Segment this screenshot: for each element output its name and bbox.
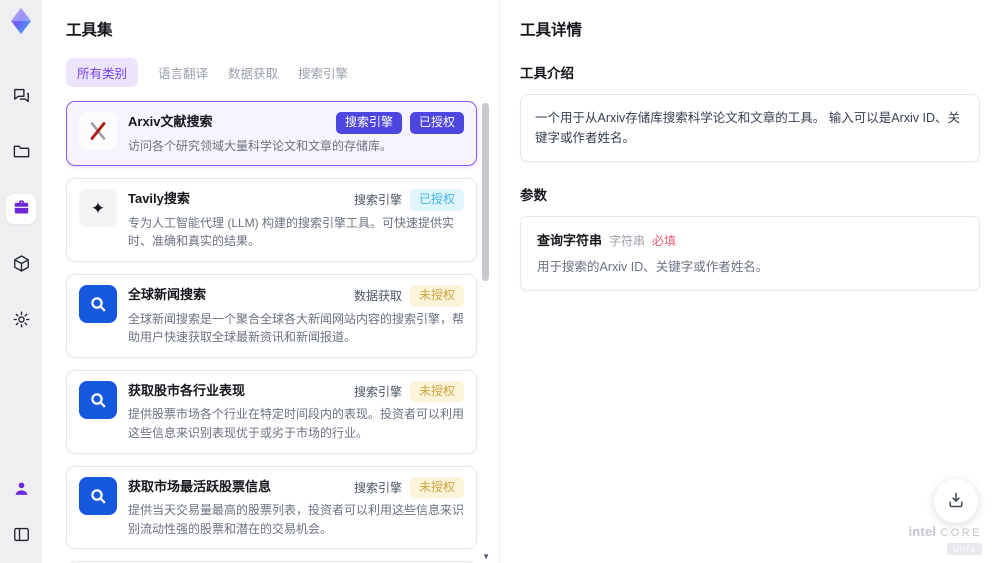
folder-icon	[12, 142, 31, 164]
tool-name: Arxiv文献搜索	[128, 114, 213, 129]
detail-title: 工具详情	[520, 22, 583, 39]
category-label: 数据获取	[353, 288, 402, 303]
tool-intro-box: 一个用于从Arxiv存储库搜索科学论文和文章的工具。 输入可以是Arxiv ID…	[520, 94, 980, 162]
ultra-wordmark: Ultra	[947, 543, 982, 555]
status-badge: 已授权	[409, 112, 464, 134]
sidebar-item-panel-toggle[interactable]	[6, 521, 36, 551]
tab-language-translation[interactable]: 语言翻译	[158, 58, 208, 87]
tool-name: 全球新闻搜索	[128, 286, 207, 302]
stock-search-icon	[79, 380, 117, 419]
tool-card-global-news[interactable]: 全球新闻搜索 数据获取 未授权 全球新闻搜索是一个聚合全球各大新闻网站内容的搜索…	[66, 273, 477, 358]
tool-description: 访问各个研究领域大量科学论文和文章的存储库。	[128, 138, 393, 153]
intel-core-logo: intel CORE Ultra	[908, 524, 982, 557]
sidebar	[0, 0, 42, 563]
download-icon	[946, 490, 966, 513]
arxiv-x-icon	[79, 112, 117, 150]
tool-name: Tavily搜索	[128, 191, 190, 207]
tool-card-active-stocks[interactable]: 获取市场最活跃股票信息 搜索引擎 未授权 提供当天交易量最高的股票列表，投资者可…	[66, 465, 477, 550]
intel-wordmark: intel	[908, 524, 937, 539]
tool-card-tavily[interactable]: ✦ Tavily搜索 搜索引擎 已授权 专为人工智能代理 (LLM) 构建的搜索…	[66, 178, 477, 262]
sidebar-item-chat[interactable]	[6, 82, 36, 112]
app-window: 工具集 所有类别 语言翻译 数据获取 搜索引擎 Arxiv文献搜索 搜索引擎 已…	[0, 0, 1000, 563]
tool-name: 获取股市各行业表现	[128, 382, 246, 398]
stock-search-icon	[79, 476, 117, 515]
parameter-required-flag: 必填	[652, 234, 677, 248]
tool-detail-panel: 工具详情 工具介绍 一个用于从Arxiv存储库搜索科学论文和文章的工具。 输入可…	[500, 0, 1000, 563]
gear-icon	[12, 310, 31, 332]
sidebar-nav	[6, 82, 36, 336]
sidebar-bottom	[6, 475, 36, 551]
tools-list-panel: 工具集 所有类别 语言翻译 数据获取 搜索引擎 Arxiv文献搜索 搜索引擎 已…	[42, 0, 500, 563]
tool-description: 专为人工智能代理 (LLM) 构建的搜索引擎工具。可快速提供实时、准确和真实的结…	[128, 215, 455, 249]
parameter-description: 用于搜索的Arxiv ID、关键字或作者姓名。	[537, 260, 769, 274]
sidebar-item-files[interactable]	[6, 138, 36, 168]
parameter-type: 字符串	[609, 234, 646, 248]
app-logo[interactable]	[4, 6, 38, 40]
sidebar-item-toolbox[interactable]	[6, 194, 36, 224]
core-wordmark: CORE	[940, 527, 982, 539]
category-label: 搜索引擎	[353, 384, 402, 399]
params-heading: 参数	[520, 188, 547, 203]
sidebar-item-packages[interactable]	[6, 250, 36, 280]
tab-search-engine[interactable]: 搜索引擎	[298, 58, 348, 87]
status-badge: 未授权	[409, 284, 464, 307]
chat-icon	[12, 86, 31, 108]
list-scrollbar[interactable]	[482, 103, 489, 549]
tool-card-arxiv[interactable]: Arxiv文献搜索 搜索引擎 已授权 访问各个研究领域大量科学论文和文章的存储库…	[66, 101, 477, 167]
panel-toggle-icon	[12, 525, 31, 547]
tool-description: 提供股票市场各个行业在特定时间段内的表现。投资者可以利用这些信息来识别表现优于或…	[128, 407, 465, 440]
tool-name: 获取市场最活跃股票信息	[128, 478, 272, 494]
tools-list: Arxiv文献搜索 搜索引擎 已授权 访问各个研究领域大量科学论文和文章的存储库…	[66, 101, 489, 563]
sidebar-item-account[interactable]	[6, 475, 36, 505]
sidebar-item-settings[interactable]	[6, 306, 36, 336]
tool-card-sector-performance[interactable]: 获取股市各行业表现 搜索引擎 未授权 提供股票市场各个行业在特定时间段内的表现。…	[66, 369, 477, 454]
tool-description: 全球新闻搜索是一个聚合全球各大新闻网站内容的搜索引擎，帮助用户快速获取全球最新资…	[128, 311, 465, 345]
tool-description: 提供当天交易量最高的股票列表，投资者可以利用这些信息来识别流动性强的股票和潜在的…	[128, 503, 465, 536]
news-search-icon	[79, 284, 117, 323]
parameter-card: 查询字符串 字符串 必填 用于搜索的Arxiv ID、关键字或作者姓名。	[520, 216, 980, 291]
intro-heading: 工具介绍	[520, 66, 574, 81]
cube-icon	[12, 254, 31, 276]
tab-data-acquisition[interactable]: 数据获取	[228, 58, 278, 87]
status-badge: 未授权	[409, 476, 464, 499]
diamond-logo-icon	[6, 6, 36, 41]
category-badge: 搜索引擎	[335, 112, 402, 134]
page-title: 工具集	[66, 22, 113, 39]
parameter-name: 查询字符串	[537, 233, 603, 248]
category-tabs: 所有类别 语言翻译 数据获取 搜索引擎	[66, 58, 489, 87]
download-button[interactable]	[934, 479, 978, 523]
user-icon	[12, 479, 31, 501]
category-label: 搜索引擎	[353, 193, 402, 208]
scrollbar-down-arrow[interactable]: ▼	[482, 553, 489, 561]
tab-all-categories[interactable]: 所有类别	[66, 58, 139, 87]
sparkle-icon: ✦	[79, 189, 117, 228]
status-badge: 未授权	[409, 380, 464, 403]
scrollbar-thumb[interactable]	[482, 103, 489, 282]
category-label: 搜索引擎	[353, 480, 402, 495]
status-badge: 已授权	[409, 189, 464, 211]
briefcase-icon	[12, 198, 31, 220]
